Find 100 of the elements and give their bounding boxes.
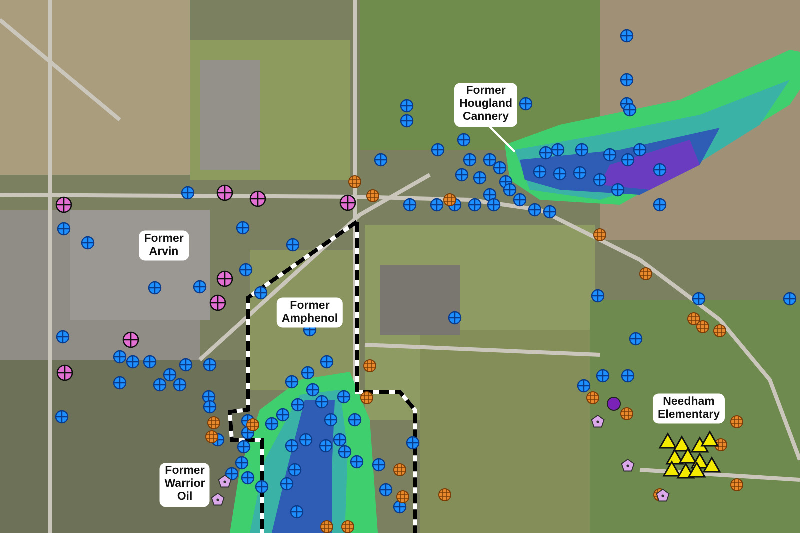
pentagon-marker-icon bbox=[621, 458, 635, 472]
crosshair-marker-icon bbox=[57, 222, 71, 236]
crosshair-marker-icon bbox=[148, 281, 162, 295]
crosshair-marker-icon bbox=[372, 458, 386, 472]
crosshair-marker-icon bbox=[493, 161, 507, 175]
crosshair-marker-icon bbox=[653, 163, 667, 177]
pentagon-marker-icon bbox=[218, 474, 232, 488]
crosshair-marker-icon bbox=[286, 238, 300, 252]
crosshair-marker-icon bbox=[265, 417, 279, 431]
crosshair-marker-icon bbox=[280, 477, 294, 491]
crosshair-marker-icon bbox=[533, 165, 547, 179]
triangle-marker-icon bbox=[690, 436, 710, 453]
crosshair-marker-icon bbox=[611, 183, 625, 197]
crosshair-marker-icon bbox=[285, 439, 299, 453]
crosshair-marker-icon bbox=[81, 236, 95, 250]
crosshair-marker-icon bbox=[633, 143, 647, 157]
crosshair-marker-icon bbox=[692, 292, 706, 306]
crosshair-marker-icon bbox=[374, 153, 388, 167]
crosshair-marker-icon bbox=[575, 143, 589, 157]
crosshair-marker-icon bbox=[306, 383, 320, 397]
large-crosshair-marker-icon bbox=[122, 332, 140, 348]
crosshair-marker-icon bbox=[455, 168, 469, 182]
crosshair-marker-icon bbox=[503, 183, 517, 197]
crosshair-marker-icon bbox=[236, 221, 250, 235]
grid-marker-icon bbox=[342, 520, 354, 533]
crosshair-marker-icon bbox=[350, 455, 364, 469]
large-crosshair-marker-icon bbox=[216, 270, 234, 288]
crosshair-marker-icon bbox=[621, 369, 635, 383]
leader-line bbox=[489, 126, 516, 153]
crosshair-marker-icon bbox=[603, 148, 617, 162]
crosshair-marker-icon bbox=[338, 445, 352, 459]
crosshair-marker-icon bbox=[483, 153, 497, 167]
crosshair-marker-icon bbox=[596, 369, 610, 383]
crosshair-marker-icon bbox=[239, 263, 253, 277]
crosshair-marker-icon bbox=[473, 171, 487, 185]
grid-marker-icon bbox=[320, 520, 334, 533]
crosshair-marker-icon bbox=[203, 358, 217, 372]
crosshair-marker-icon bbox=[288, 463, 302, 477]
crosshair-marker-icon bbox=[324, 413, 338, 427]
crosshair-marker-icon bbox=[241, 471, 255, 485]
crosshair-marker-icon bbox=[448, 311, 462, 325]
crosshair-marker-icon bbox=[237, 440, 251, 454]
site-label: Former Hougland Cannery bbox=[454, 83, 518, 127]
crosshair-marker-icon bbox=[621, 153, 635, 167]
triangle-marker-icon bbox=[700, 430, 720, 447]
crosshair-marker-icon bbox=[290, 505, 304, 519]
crosshair-marker-icon bbox=[430, 198, 444, 212]
site-label: Former Warrior Oil bbox=[160, 463, 210, 507]
crosshair-marker-icon bbox=[299, 433, 313, 447]
crosshair-marker-icon bbox=[623, 103, 637, 117]
crosshair-marker-icon bbox=[55, 410, 69, 424]
triangle-marker-icon bbox=[672, 435, 692, 452]
large-crosshair-marker-icon bbox=[210, 294, 226, 312]
pentagon-marker-icon bbox=[656, 488, 670, 502]
crosshair-marker-icon bbox=[591, 289, 605, 303]
crosshair-marker-icon bbox=[620, 73, 634, 87]
crosshair-marker-icon bbox=[319, 439, 333, 453]
crosshair-marker-icon bbox=[193, 280, 207, 294]
site-label: Needham Elementary bbox=[653, 394, 725, 424]
triangle-marker-icon bbox=[702, 456, 722, 473]
crosshair-marker-icon bbox=[513, 193, 527, 207]
triangle-marker-icon bbox=[662, 460, 682, 477]
crosshair-marker-icon bbox=[163, 368, 177, 382]
site-label: Former Amphenol bbox=[276, 298, 344, 328]
crosshair-marker-icon bbox=[463, 153, 477, 167]
crosshair-marker-icon bbox=[113, 350, 127, 364]
pentagon-marker-icon bbox=[591, 414, 605, 428]
crosshair-marker-icon bbox=[620, 29, 634, 43]
crosshair-marker-icon bbox=[320, 355, 334, 369]
crosshair-marker-icon bbox=[315, 395, 329, 409]
crosshair-marker-icon bbox=[348, 413, 362, 427]
pentagon-marker-icon bbox=[211, 492, 225, 506]
crosshair-marker-icon bbox=[291, 398, 305, 412]
crosshair-marker-icon bbox=[573, 166, 587, 180]
crosshair-marker-icon bbox=[653, 198, 667, 212]
crosshair-marker-icon bbox=[254, 286, 268, 300]
large-crosshair-marker-icon bbox=[56, 364, 74, 382]
crosshair-marker-icon bbox=[553, 167, 567, 181]
crosshair-marker-icon bbox=[301, 366, 315, 380]
triangle-marker-icon bbox=[678, 447, 698, 464]
crosshair-marker-icon bbox=[543, 205, 557, 219]
crosshair-marker-icon bbox=[551, 143, 565, 157]
crosshair-marker-icon bbox=[431, 143, 445, 157]
crosshair-marker-icon bbox=[203, 400, 217, 414]
triangle-marker-icon bbox=[688, 461, 706, 478]
triangle-marker-icon bbox=[658, 432, 678, 449]
crosshair-marker-icon bbox=[333, 433, 347, 447]
crosshair-marker-icon bbox=[400, 99, 414, 113]
large-crosshair-marker-icon bbox=[340, 194, 356, 212]
crosshair-marker-icon bbox=[528, 203, 542, 217]
crosshair-marker-icon bbox=[403, 198, 417, 212]
large-crosshair-marker-icon bbox=[56, 196, 72, 214]
crosshair-marker-icon bbox=[56, 330, 70, 344]
crosshair-marker-icon bbox=[179, 358, 193, 372]
crosshair-marker-icon bbox=[577, 379, 591, 393]
crosshair-marker-icon bbox=[629, 332, 643, 346]
crosshair-marker-icon bbox=[337, 390, 351, 404]
crosshair-marker-icon bbox=[539, 146, 553, 160]
crosshair-marker-icon bbox=[468, 198, 482, 212]
crosshair-marker-icon bbox=[457, 133, 471, 147]
